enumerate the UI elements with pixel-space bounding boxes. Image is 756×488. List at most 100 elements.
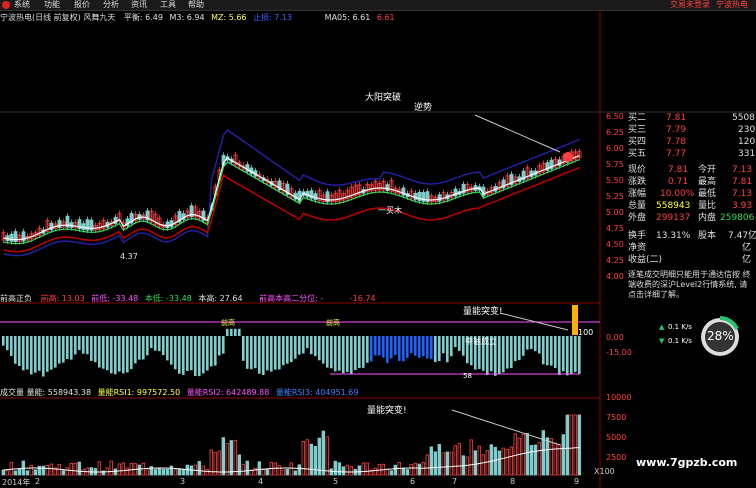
- stat-row: 净资亿: [628, 243, 752, 253]
- histogram-bar: [246, 336, 249, 369]
- volume-bar: [477, 445, 481, 476]
- volume-bar: [541, 430, 545, 476]
- volume-bar: [497, 450, 501, 476]
- mid-val: 本低: -33.48: [144, 294, 192, 303]
- volume-bar: [325, 436, 329, 476]
- date-tick: 7: [452, 477, 458, 486]
- histogram-bar: [574, 336, 577, 373]
- histogram-bar: [298, 336, 301, 355]
- stat-row: 换手 13.31% 股本 7.47亿: [628, 231, 756, 241]
- up-arrow-icon: ▲: [659, 323, 665, 331]
- volume-bar: [145, 469, 149, 476]
- histogram-bar: [238, 328, 241, 336]
- level2-info-link[interactable]: 逐笔成交明细只能用于通达信按 终端收费的深沪Level2行情系统, 请点击详细了…: [628, 270, 754, 300]
- histogram-bar: [134, 336, 137, 364]
- network-gauge[interactable]: 28% 0.1 K/s 0.1 K/s ▲ ▼: [656, 315, 751, 360]
- vol-val: 成交量 量能: 558943.38: [0, 388, 92, 397]
- histogram-bar: [566, 336, 569, 376]
- histogram-bar: [150, 336, 153, 348]
- ask-row[interactable]: 买五 7.77 331: [606, 148, 756, 160]
- histogram-bar: [318, 336, 321, 361]
- ask-row[interactable]: 买四 7.78 120: [606, 136, 756, 148]
- histogram-bar: [118, 336, 121, 372]
- volume-bar: [337, 462, 341, 476]
- volume-bar: [181, 468, 185, 476]
- ask-row[interactable]: 买三 7.79 230: [606, 124, 756, 136]
- histogram-bar: [510, 336, 513, 369]
- histogram-bar: [106, 336, 109, 371]
- volume-bar: [97, 461, 101, 476]
- stat-row: 涨幅 10.00% 最低 7.13: [628, 189, 753, 199]
- histogram-bar: [386, 336, 389, 364]
- histogram-bar: [206, 336, 209, 371]
- volume-bar: [153, 469, 157, 476]
- histogram-bar: [218, 336, 221, 356]
- volume-bar: [409, 464, 413, 476]
- histogram-bar: [26, 336, 29, 370]
- volume-bar: [265, 469, 269, 476]
- volume-bar: [329, 468, 333, 476]
- histogram-bar: [414, 336, 417, 356]
- histogram-bar: [314, 336, 317, 357]
- volume-bar: [293, 470, 297, 476]
- volume-bar: [273, 462, 277, 476]
- histogram-bar: [542, 336, 545, 365]
- volume-bar: [425, 454, 429, 476]
- ma-long-line: [3, 166, 580, 253]
- histogram-bar: [294, 336, 297, 359]
- date-tick: 4: [258, 477, 264, 486]
- quote-panel: 买二 7.81 5508 买三 7.79 230 买四 7.78 120 买五 7.77 331…: [606, 112, 756, 322]
- histogram-bar: [202, 336, 205, 374]
- annotation-volume-break-mid: 量能突变!: [463, 307, 503, 317]
- volume-bar: [233, 440, 237, 476]
- histogram-bar: [430, 336, 433, 360]
- histogram-bar: [558, 336, 561, 376]
- volume-bar: [173, 469, 177, 476]
- histogram-bar: [174, 336, 177, 370]
- mid-val: 本高: 27.64: [198, 294, 243, 303]
- histogram-bar: [254, 336, 257, 369]
- histogram-bar: [50, 336, 53, 370]
- ask-row[interactable]: 买二 7.81 5508: [606, 112, 756, 124]
- volume-bar: [545, 437, 549, 476]
- histogram-bar: [498, 336, 501, 374]
- volume-bar: [341, 466, 345, 476]
- histogram-bar: [62, 336, 65, 363]
- volume-bar: [449, 451, 453, 476]
- histogram-bar: [18, 336, 21, 367]
- histogram-bar: [82, 336, 85, 354]
- volume-bar: [65, 467, 69, 476]
- histogram-bar: [290, 336, 293, 363]
- histogram-bar: [262, 336, 265, 375]
- volume-bar: [345, 464, 349, 476]
- histogram-bar: [370, 336, 373, 362]
- volume-bar: [445, 451, 449, 476]
- mid-val: 前高: 13.03: [40, 294, 85, 303]
- histogram-bar: [346, 336, 349, 372]
- volume-bar: [261, 468, 265, 476]
- histogram-bar: [342, 336, 345, 374]
- volume-bar: [473, 450, 477, 476]
- volume-bar: [565, 414, 569, 476]
- volume-bar: [317, 437, 321, 476]
- histogram-bar: [94, 336, 97, 363]
- histogram-bar: [446, 336, 449, 363]
- low-panel-header: 成交量 量能: 558943.38 量能RSI1: 997572.50 量能RS…: [0, 387, 358, 398]
- histogram-bar: [130, 336, 133, 370]
- histogram-bar: [226, 328, 229, 336]
- volume-bar: [393, 464, 397, 476]
- volume-bar: [481, 454, 485, 476]
- histogram-bar: [78, 336, 81, 351]
- histogram-bar: [70, 336, 73, 360]
- histogram-bar: [126, 336, 129, 373]
- histogram-bar: [550, 336, 553, 366]
- histogram-bar: [110, 336, 113, 374]
- histogram-bar: [286, 336, 289, 364]
- volume-bar: [413, 462, 417, 476]
- histogram-bar: [38, 336, 41, 371]
- histogram-bar: [266, 336, 269, 371]
- histogram-bar: [122, 336, 125, 374]
- mid-val: 前高本高二分位: -: [259, 294, 324, 303]
- histogram-bar: [538, 336, 541, 354]
- histogram-bar: [190, 336, 193, 371]
